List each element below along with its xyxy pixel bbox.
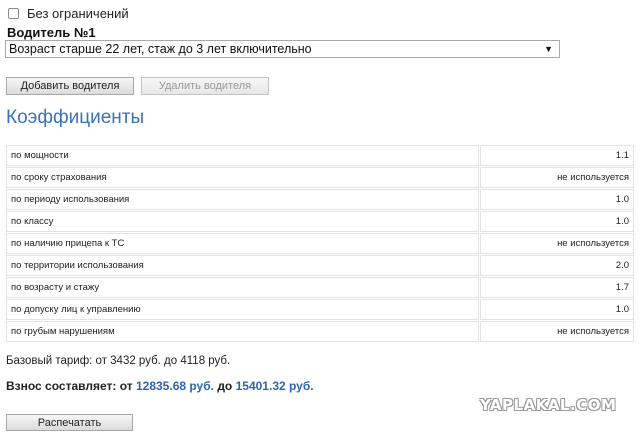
row-value: не используется — [480, 233, 634, 254]
table-row: по возрасту и стажу 1.7 — [6, 277, 634, 298]
row-label: по мощности — [6, 145, 479, 166]
row-label: по грубым нарушениям — [6, 321, 479, 342]
dropdown-arrow-icon: ▼ — [544, 44, 553, 54]
driver-select[interactable]: Возраст старше 22 лет, стаж до 3 лет вкл… — [5, 40, 560, 58]
watermark: YAPLAKAL.COM — [480, 396, 617, 414]
no-limit-checkbox[interactable] — [8, 7, 19, 19]
no-limit-option[interactable]: Без ограничений — [8, 5, 129, 21]
base-rate-text: Базовый тариф: от 3432 руб. до 4118 руб. — [6, 355, 231, 367]
total-to-value: 15401.32 руб. — [235, 379, 314, 393]
no-limit-label: Без ограничений — [27, 5, 129, 21]
driver-select-value: Возраст старше 22 лет, стаж до 3 лет вкл… — [9, 42, 312, 56]
table-row: по сроку страхования не используется — [6, 167, 634, 188]
coefficients-title: Коэффициенты — [6, 107, 145, 128]
row-label: по периоду использования — [6, 189, 479, 210]
row-value: 1.0 — [480, 211, 634, 232]
row-value: 1.0 — [480, 189, 634, 210]
total-label: Взнос составляет: — [6, 379, 117, 393]
table-row: по наличию прицепа к ТС не используется — [6, 233, 634, 254]
row-label: по классу — [6, 211, 479, 232]
table-row: по грубым нарушениям не используется — [6, 321, 634, 342]
total-from-word: от — [119, 379, 133, 393]
total-to-word: до — [217, 379, 233, 393]
table-row: по территории использования 2.0 — [6, 255, 634, 276]
total-from-value: 12835.68 руб. — [135, 379, 214, 393]
total-premium: Взнос составляет: от 12835.68 руб. до 15… — [6, 379, 314, 393]
row-value: не используется — [480, 167, 634, 188]
row-label: по наличию прицепа к ТС — [6, 233, 479, 254]
row-label: по допуску лиц к управлению — [6, 299, 479, 320]
coefficients-table: по мощности 1.1 по сроку страхования не … — [5, 144, 635, 343]
remove-driver-button[interactable]: Удалить водителя — [141, 77, 269, 95]
table-row: по периоду использования 1.0 — [6, 189, 634, 210]
row-label: по сроку страхования — [6, 167, 479, 188]
table-row: по допуску лиц к управлению 1.0 — [6, 299, 634, 320]
table-row: по классу 1.0 — [6, 211, 634, 232]
row-label: по территории использования — [6, 255, 479, 276]
print-button[interactable]: Распечатать — [6, 414, 133, 431]
row-value: 1.0 — [480, 299, 634, 320]
row-value: 1.7 — [480, 277, 634, 298]
row-value: 2.0 — [480, 255, 634, 276]
row-label: по возрасту и стажу — [6, 277, 479, 298]
driver-label: Водитель №1 — [7, 25, 96, 40]
row-value: 1.1 — [480, 145, 634, 166]
table-row: по мощности 1.1 — [6, 145, 634, 166]
row-value: не используется — [480, 321, 634, 342]
add-driver-button[interactable]: Добавить водителя — [6, 77, 134, 95]
